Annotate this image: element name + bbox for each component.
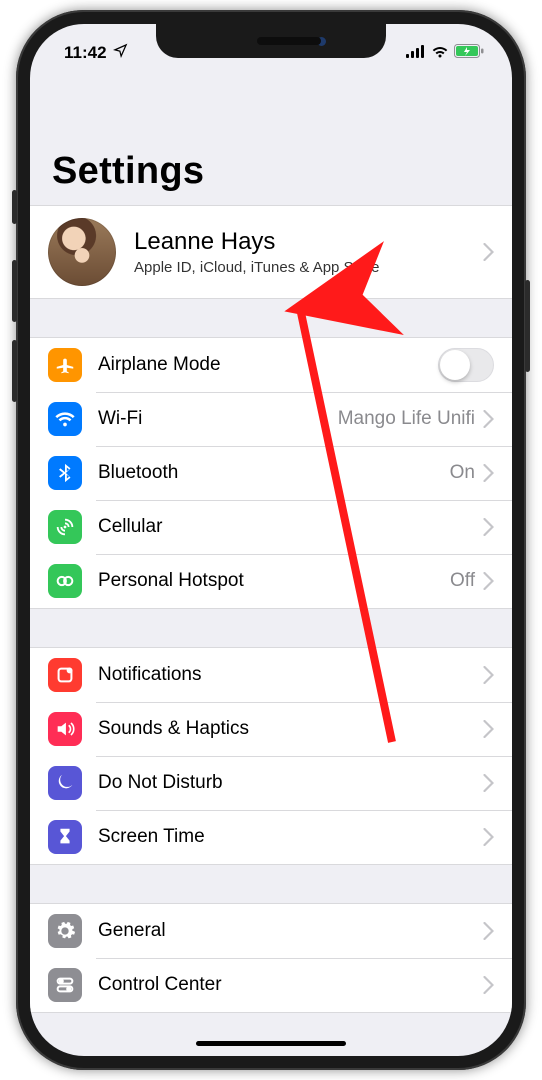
bluetooth-icon	[48, 456, 82, 490]
wifi-detail: Mango Life Unifi	[338, 408, 475, 430]
bluetooth-label: Bluetooth	[98, 462, 450, 484]
notifications-icon	[48, 658, 82, 692]
notifications-row[interactable]: Notifications	[30, 648, 512, 702]
group-spacer	[30, 609, 512, 647]
screentime-label: Screen Time	[98, 826, 483, 848]
sounds-row[interactable]: Sounds & Haptics	[30, 702, 512, 756]
chevron-right-icon	[483, 410, 494, 428]
alerts-group: Notifications Sounds & Haptics Do Not Di…	[30, 647, 512, 865]
page-title: Settings	[30, 72, 512, 205]
dnd-label: Do Not Disturb	[98, 772, 483, 794]
notifications-label: Notifications	[98, 664, 483, 686]
airplane-mode-label: Airplane Mode	[98, 354, 438, 376]
chevron-right-icon	[483, 518, 494, 536]
chevron-right-icon	[483, 464, 494, 482]
airplane-mode-toggle[interactable]	[438, 348, 494, 382]
volume-down-button	[12, 340, 17, 402]
wifi-label: Wi-Fi	[98, 408, 338, 430]
general-row[interactable]: General	[30, 904, 512, 958]
airplane-mode-row[interactable]: Airplane Mode	[30, 338, 512, 392]
notch	[156, 24, 386, 58]
connectivity-group: Airplane Mode Wi-Fi Mango Life Unifi Blu…	[30, 337, 512, 609]
chevron-right-icon	[483, 828, 494, 846]
profile-name: Leanne Hays	[134, 228, 483, 256]
battery-icon	[454, 43, 484, 63]
chevron-right-icon	[483, 774, 494, 792]
phone-frame: 11:42 Settings	[16, 10, 526, 1070]
mute-switch	[12, 190, 17, 224]
dnd-row[interactable]: Do Not Disturb	[30, 756, 512, 810]
hotspot-detail: Off	[450, 570, 475, 592]
profile-subtitle: Apple ID, iCloud, iTunes & App Store	[134, 259, 483, 276]
wifi-icon	[48, 402, 82, 436]
bluetooth-detail: On	[450, 462, 475, 484]
cellular-row[interactable]: Cellular	[30, 500, 512, 554]
wifi-row[interactable]: Wi-Fi Mango Life Unifi	[30, 392, 512, 446]
bluetooth-row[interactable]: Bluetooth On	[30, 446, 512, 500]
controlcenter-row[interactable]: Control Center	[30, 958, 512, 1012]
status-time: 11:42	[64, 43, 107, 63]
power-button	[525, 280, 530, 372]
screen: 11:42 Settings	[30, 24, 512, 1056]
hourglass-icon	[48, 820, 82, 854]
chevron-right-icon	[483, 720, 494, 738]
volume-up-button	[12, 260, 17, 322]
chevron-right-icon	[483, 922, 494, 940]
cellular-signal-icon	[406, 43, 426, 63]
sounds-icon	[48, 712, 82, 746]
hotspot-icon	[48, 564, 82, 598]
home-indicator[interactable]	[196, 1041, 346, 1046]
gear-icon	[48, 914, 82, 948]
moon-icon	[48, 766, 82, 800]
airplane-icon	[48, 348, 82, 382]
toggles-icon	[48, 968, 82, 1002]
cellular-label: Cellular	[98, 516, 483, 538]
apple-id-row[interactable]: Leanne Hays Apple ID, iCloud, iTunes & A…	[30, 206, 512, 298]
hotspot-label: Personal Hotspot	[98, 570, 450, 592]
location-icon	[113, 43, 128, 63]
chevron-right-icon	[483, 572, 494, 590]
hotspot-row[interactable]: Personal Hotspot Off	[30, 554, 512, 608]
controlcenter-label: Control Center	[98, 974, 483, 996]
screentime-row[interactable]: Screen Time	[30, 810, 512, 864]
group-spacer	[30, 299, 512, 337]
chevron-right-icon	[483, 666, 494, 684]
avatar	[48, 218, 116, 286]
chevron-right-icon	[483, 976, 494, 994]
group-spacer	[30, 865, 512, 903]
system-group: General Control Center	[30, 903, 512, 1013]
chevron-right-icon	[483, 243, 494, 261]
profile-group: Leanne Hays Apple ID, iCloud, iTunes & A…	[30, 205, 512, 299]
wifi-status-icon	[431, 43, 449, 63]
sounds-label: Sounds & Haptics	[98, 718, 483, 740]
cellular-icon	[48, 510, 82, 544]
general-label: General	[98, 920, 483, 942]
